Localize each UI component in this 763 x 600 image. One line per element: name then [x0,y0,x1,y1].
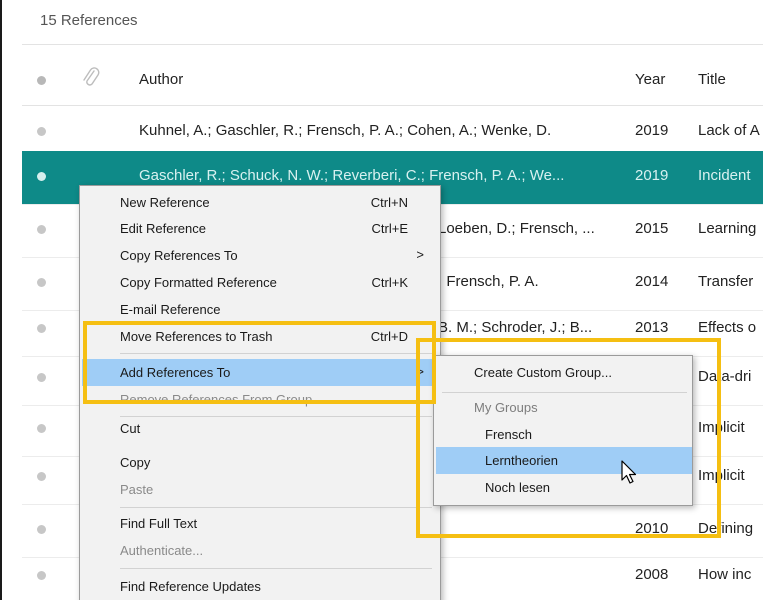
unread-dot-icon [37,225,46,234]
author-cell: B. M.; Schroder, J.; B... [438,319,593,336]
year-cell: 2013 [635,319,669,336]
shortcut-label: Ctrl+N [370,195,408,210]
year-cell: 2019 [635,167,669,184]
unread-dot-icon [37,571,46,580]
title-cell: Incident [698,167,751,184]
menu-item-copy[interactable]: Copy [80,449,434,476]
column-header-row: Author Year Title [22,55,763,106]
shortcut-label: Ctrl+K [371,275,408,290]
author-cell: Kuhnel, A.; Gaschler, R.; Frensch, P. A.… [139,122,552,139]
menu-item-copy-references-to[interactable]: Copy References To > [80,242,434,269]
menu-item-copy-formatted-reference[interactable]: Copy Formatted Reference Ctrl+K [80,269,434,296]
column-header-author[interactable]: Author [139,71,183,88]
annotation-highlight-box [83,321,436,404]
shortcut-label: Ctrl+E [371,221,408,236]
author-cell: Gaschler, R.; Schuck, N. W.; Reverberi, … [139,167,565,184]
read-status-column-icon[interactable] [37,76,46,85]
column-header-title[interactable]: Title [698,71,726,88]
title-cell: Learning [698,220,757,237]
title-cell: Effects o [698,319,757,336]
unread-dot-icon [37,472,46,481]
menu-separator [120,568,432,569]
reference-list-window: 15 References Author Year Title Kuhnel, … [0,0,763,600]
unread-dot-icon [37,525,46,534]
title-cell: Lack of A [698,122,760,139]
year-cell: 2019 [635,122,669,139]
year-cell: 2014 [635,273,669,290]
menu-item-new-reference[interactable]: New Reference Ctrl+N [80,189,434,216]
title-cell: How inc [698,566,752,583]
menu-item-find-reference-updates[interactable]: Find Reference Updates [80,573,434,600]
window-border [0,0,2,600]
menu-item-authenticate[interactable]: Authenticate... [80,537,434,564]
chevron-right-icon: > [416,247,424,262]
menu-item-paste[interactable]: Paste [80,476,434,503]
menu-item-email-reference[interactable]: E-mail Reference [80,296,434,323]
unread-dot-icon [37,127,46,136]
unread-dot-icon [37,324,46,333]
year-cell: 2008 [635,566,669,583]
column-header-year[interactable]: Year [635,71,665,88]
annotation-highlight-box [416,338,721,538]
mouse-cursor-icon [621,460,637,484]
title-cell: Transfer [698,273,754,290]
menu-item-cut[interactable]: Cut [80,415,434,442]
reference-count-label: 15 References [40,12,138,29]
unread-dot-icon [37,278,46,287]
menu-item-find-full-text[interactable]: Find Full Text [80,510,434,537]
unread-dot-icon [37,172,46,181]
reference-count-bar: 15 References [22,0,763,45]
author-cell: ; Frensch, P. A. [438,273,539,290]
menu-separator [120,507,432,508]
unread-dot-icon [37,424,46,433]
author-cell: Loeben, D.; Frensch, ... [438,220,595,237]
year-cell: 2015 [635,220,669,237]
paperclip-icon[interactable] [81,67,101,91]
menu-item-edit-reference[interactable]: Edit Reference Ctrl+E [80,215,434,242]
unread-dot-icon [37,373,46,382]
